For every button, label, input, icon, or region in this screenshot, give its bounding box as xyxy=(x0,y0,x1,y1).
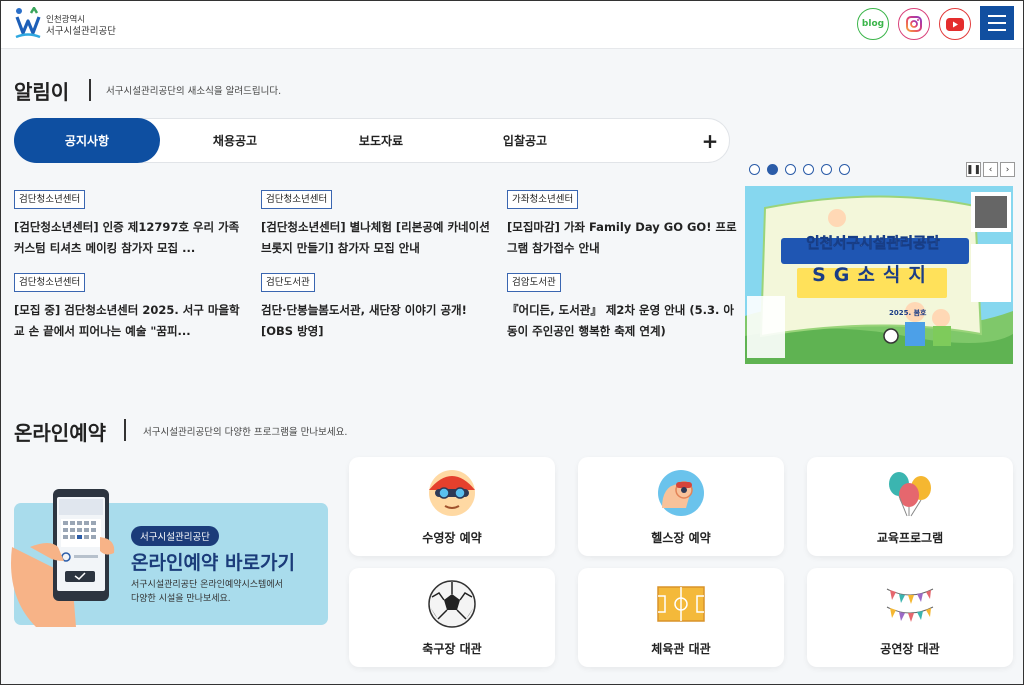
card-label: 축구장 대관 xyxy=(422,642,482,656)
balloons-icon xyxy=(889,472,931,517)
notice-item[interactable]: 검단청소년센터 [검단청소년센터] 별나체험 [리본공예 카네이션 브롯지 만들… xyxy=(261,187,493,259)
next-button[interactable]: › xyxy=(1000,162,1015,177)
notice-title[interactable]: 검단·단봉늘봄도서관, 새단장 이야기 공개! [OBS 방영] xyxy=(261,300,493,342)
notice-badge: 검단도서관 xyxy=(261,273,315,292)
tab-label: 공지사항 xyxy=(64,134,110,148)
newsletter-banner[interactable]: 인천서구시설관리공단 SG소식지 2025. 봄호 xyxy=(745,186,1013,364)
header: 인천광역시 서구시설관리공단 blog xyxy=(1,1,1023,49)
notice-item[interactable]: 검암도서관 『어디든, 도서관』 제2차 운영 안내 (5.3. 아동이 주인공… xyxy=(507,270,739,342)
slider-dot[interactable] xyxy=(803,164,814,175)
soccer-ball-icon xyxy=(428,580,476,628)
instagram-link[interactable] xyxy=(898,8,930,40)
notice-title[interactable]: [모집 중] 검단청소년센터 2025. 서구 마을학교 손 끝에서 피어나는 … xyxy=(14,300,246,342)
title-divider xyxy=(89,79,91,101)
slider-dot[interactable] xyxy=(821,164,832,175)
blog-label: blog xyxy=(861,19,885,29)
menu-line-icon xyxy=(988,22,1006,24)
banner-subtitle: SG소식지 xyxy=(812,264,934,286)
notice-tabs: 공지사항 채용공고 보도자료 입찰공고 + xyxy=(14,118,730,163)
card-label: 공연장 대관 xyxy=(880,642,940,656)
reservation-banner-title: 온라인예약 바로가기 xyxy=(131,552,295,574)
more-button[interactable]: + xyxy=(695,119,725,162)
notice-badge: 검단청소년센터 xyxy=(261,190,333,209)
tab-notice[interactable]: 공지사항 xyxy=(14,118,160,163)
card-label: 헬스장 예약 xyxy=(651,531,711,545)
reservation-section-subtitle: 서구시설관리공단의 다양한 프로그램을 만나보세요. xyxy=(143,427,348,438)
card-soccer[interactable]: 축구장 대관 xyxy=(349,568,555,667)
notice-title[interactable]: [검단청소년센터] 인증 제12797호 우리 가족 커스텀 티셔츠 메이킹 참… xyxy=(14,217,246,259)
title-divider xyxy=(124,419,126,441)
pause-button[interactable]: ❚❚ xyxy=(966,162,981,177)
desc-line: 서구시설관리공단 온라인예약시스템에서 xyxy=(131,580,283,590)
slider-pagination xyxy=(749,164,850,175)
slider-dot[interactable] xyxy=(749,164,760,175)
site-logo[interactable]: 인천광역시 서구시설관리공단 xyxy=(15,7,125,43)
youtube-icon xyxy=(946,17,964,31)
slider-dot[interactable] xyxy=(839,164,850,175)
tab-press[interactable]: 보도자료 xyxy=(331,119,431,162)
notice-badge: 가좌청소년센터 xyxy=(507,190,579,209)
reservation-pill: 서구시설관리공단 xyxy=(131,526,219,546)
bunting-icon xyxy=(886,588,934,622)
gym-court-icon xyxy=(657,586,705,622)
card-label: 교육프로그램 xyxy=(876,531,944,545)
card-education[interactable]: 교육프로그램 xyxy=(807,457,1013,556)
notice-badge: 검암도서관 xyxy=(507,273,561,292)
card-label: 체육관 대관 xyxy=(651,642,711,656)
menu-button[interactable] xyxy=(980,6,1014,40)
notice-section-title: 알림이 xyxy=(14,80,70,104)
banner-title: 인천서구시설관리공단 xyxy=(806,236,940,253)
notice-title[interactable]: [모집마감] 가좌 Family Day GO GO! 프로그램 참가접수 안내 xyxy=(507,217,739,259)
notice-item[interactable]: 검단도서관 검단·단봉늘봄도서관, 새단장 이야기 공개! [OBS 방영] xyxy=(261,270,493,342)
card-gym[interactable]: 체육관 대관 xyxy=(578,568,784,667)
slider-controls: ❚❚ ‹ › xyxy=(966,162,1015,177)
notice-item[interactable]: 가좌청소년센터 [모집마감] 가좌 Family Day GO GO! 프로그램… xyxy=(507,187,739,259)
notice-item[interactable]: 검단청소년센터 [검단청소년센터] 인증 제12797호 우리 가족 커스텀 티… xyxy=(14,187,246,259)
online-reservation-banner[interactable]: 서구시설관리공단 온라인예약 바로가기 서구시설관리공단 온라인예약시스템에서 … xyxy=(11,489,328,627)
tab-label: 채용공고 xyxy=(212,134,258,148)
slider-dot[interactable] xyxy=(785,164,796,175)
logo-mark-icon xyxy=(15,7,41,39)
tab-recruit[interactable]: 채용공고 xyxy=(185,119,285,162)
phone-calendar-icon xyxy=(11,489,115,627)
desc-line: 다양한 시설을 만나보세요. xyxy=(131,594,231,604)
page: 인천광역시 서구시설관리공단 blog 알림이 서구시설관리공단의 새소식을 알… xyxy=(0,0,1024,685)
menu-line-icon xyxy=(988,29,1006,31)
notice-badge: 검단청소년센터 xyxy=(14,190,86,209)
notice-title[interactable]: [검단청소년센터] 별나체험 [리본공예 카네이션 브롯지 만들기] 참가자 모… xyxy=(261,217,493,259)
card-fitness[interactable]: 헬스장 예약 xyxy=(578,457,784,556)
prev-button[interactable]: ‹ xyxy=(983,162,998,177)
notice-title[interactable]: 『어디든, 도서관』 제2차 운영 안내 (5.3. 아동이 주인공인 행복한 … xyxy=(507,300,739,342)
chevron-left-icon: ‹ xyxy=(988,164,993,175)
menu-line-icon xyxy=(988,15,1006,17)
chevron-right-icon: › xyxy=(1005,164,1010,175)
reservation-banner-desc: 서구시설관리공단 온라인예약시스템에서 다양한 시설을 만나보세요. xyxy=(131,578,283,606)
logo-line-1: 인천광역시 xyxy=(46,15,86,25)
youtube-link[interactable] xyxy=(939,8,971,40)
card-swimming[interactable]: 수영장 예약 xyxy=(349,457,555,556)
reservation-section-title: 온라인예약 xyxy=(14,421,106,445)
tab-label: 보도자료 xyxy=(358,134,404,148)
logo-line-2: 서구시설관리공단 xyxy=(46,26,116,37)
card-label: 수영장 예약 xyxy=(422,531,482,545)
blog-link[interactable]: blog xyxy=(857,8,889,40)
logo-text: 인천광역시 서구시설관리공단 xyxy=(46,14,116,38)
pause-icon: ❚❚ xyxy=(965,164,982,175)
notice-item[interactable]: 검단청소년센터 [모집 중] 검단청소년센터 2025. 서구 마을학교 손 끝… xyxy=(14,270,246,342)
notice-badge: 검단청소년센터 xyxy=(14,273,86,292)
tab-bid[interactable]: 입찰공고 xyxy=(475,119,575,162)
notice-section-subtitle: 서구시설관리공단의 새소식을 알려드립니다. xyxy=(106,86,282,97)
slider-dot[interactable] xyxy=(767,164,778,175)
card-theater[interactable]: 공연장 대관 xyxy=(807,568,1013,667)
banner-date: 2025. 봄호 xyxy=(889,309,927,317)
fitness-icon xyxy=(658,470,704,516)
tab-label: 입찰공고 xyxy=(502,134,548,148)
swimming-icon xyxy=(429,470,475,516)
instagram-icon xyxy=(906,16,922,32)
